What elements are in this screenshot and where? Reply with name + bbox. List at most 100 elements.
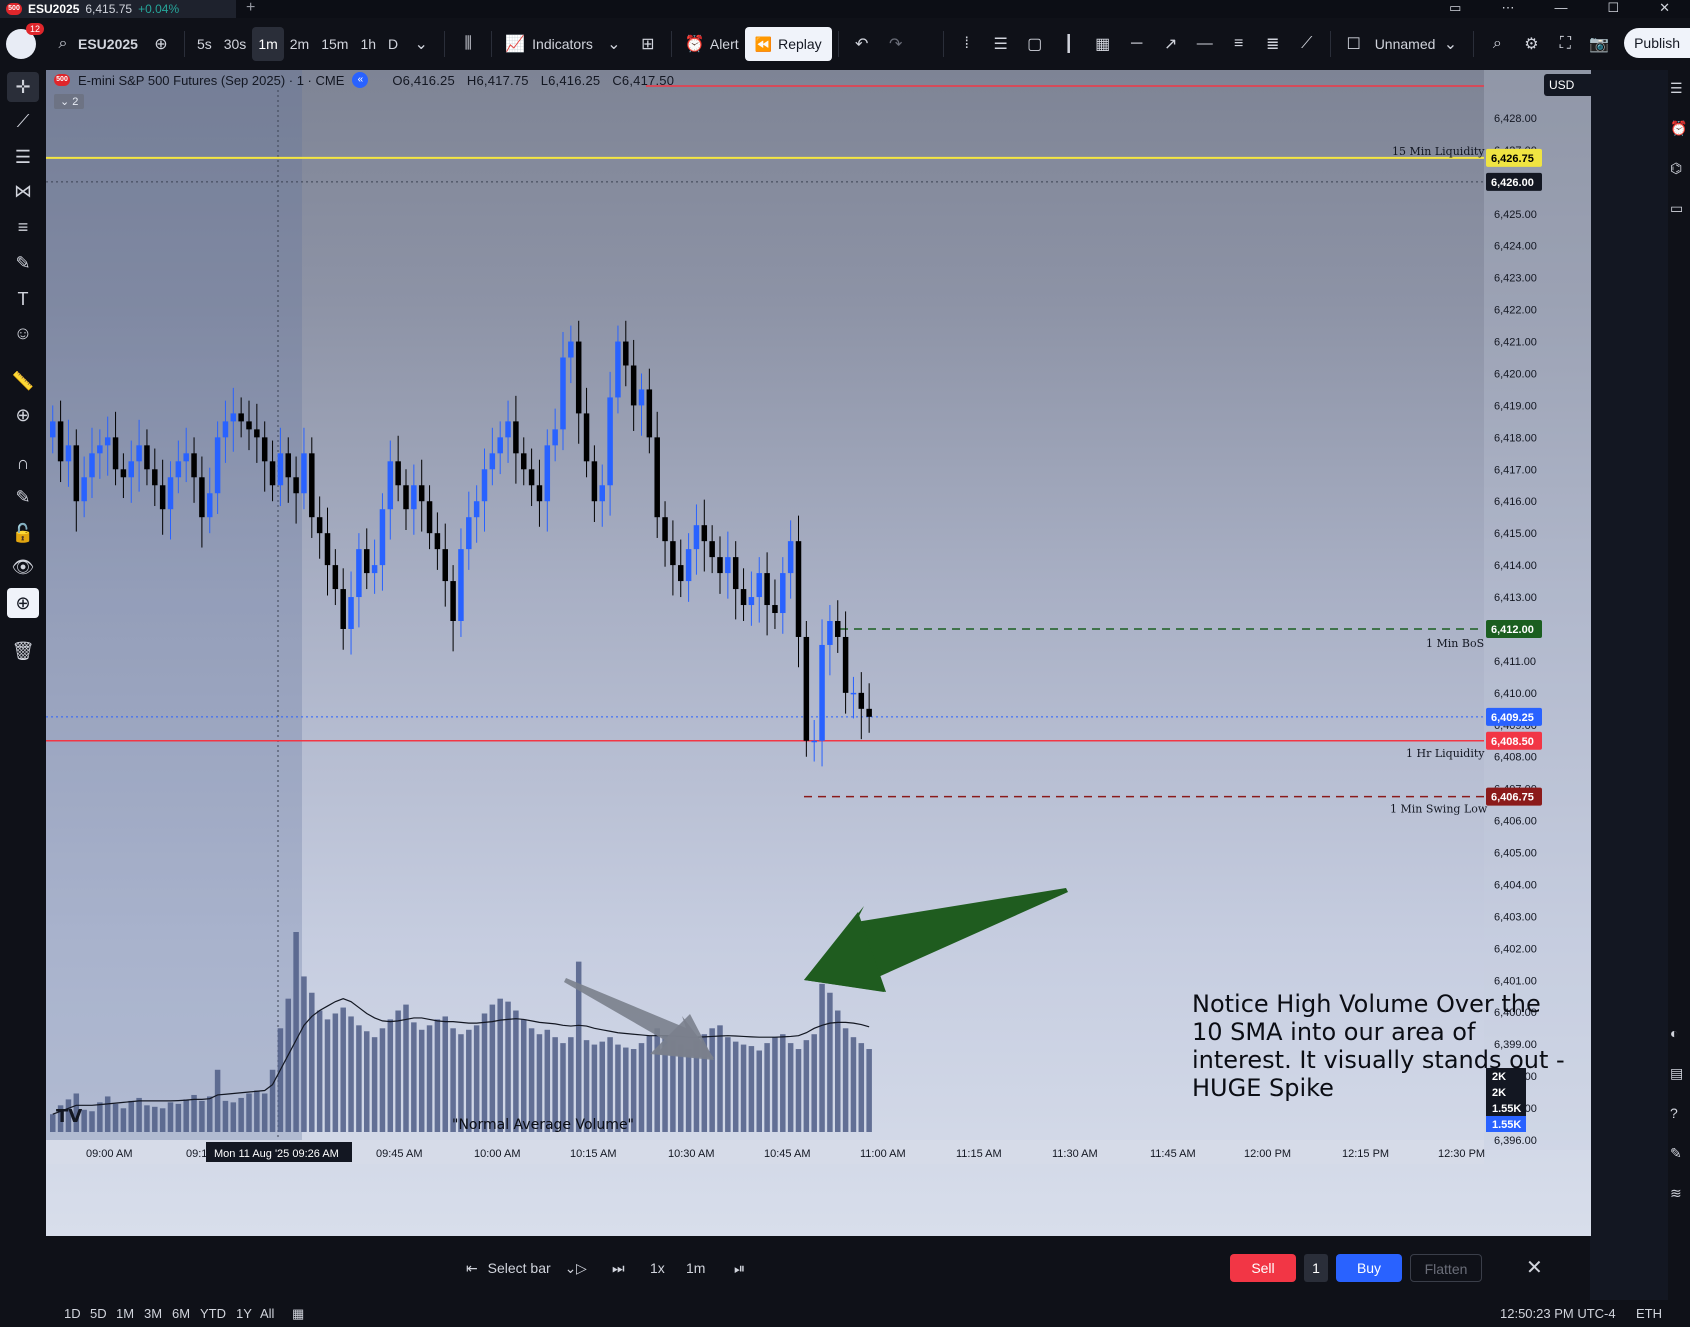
candle-down	[858, 692, 865, 709]
close-icon[interactable]: ✕	[1659, 0, 1670, 16]
interval-d[interactable]: D	[382, 27, 404, 61]
forecast-icon[interactable]: ≡	[7, 212, 39, 242]
notes-icon[interactable]: ✎	[1670, 1145, 1688, 1163]
range-3m[interactable]: 3M	[144, 1306, 162, 1321]
replay-interval-button[interactable]: 1m	[686, 1254, 705, 1282]
quantity-field[interactable]: 1	[1304, 1254, 1328, 1282]
globe-icon[interactable]: ⊕	[7, 588, 39, 618]
alert-button[interactable]: ⏰ Alert	[678, 27, 745, 61]
interval-dropdown[interactable]: ⌄	[404, 27, 438, 61]
layout-button[interactable]: ☐ Unnamed ⌄	[1337, 27, 1468, 61]
range-1y[interactable]: 1Y	[236, 1306, 252, 1321]
chart-pane[interactable]: 6,428.006,427.006,426.006,425.006,424.00…	[46, 70, 1591, 1236]
grid-tool[interactable]: ▦	[1086, 27, 1120, 61]
session-label[interactable]: ETH	[1636, 1306, 1662, 1321]
symbol-tab[interactable]: 500 ESU2025 6,415.75 +0.04%	[0, 0, 236, 18]
screener-icon[interactable]: ▤	[1670, 1065, 1688, 1083]
replay-badge-icon[interactable]: «	[352, 72, 369, 88]
fib-retracement-icon[interactable]: ☰	[7, 142, 39, 172]
lock-icon[interactable]: 🔓	[7, 518, 39, 548]
chat-icon[interactable]: ▭	[1670, 200, 1688, 218]
interval-30s[interactable]: 30s	[218, 27, 253, 61]
redo-button[interactable]: ↷	[879, 27, 913, 61]
range-6m[interactable]: 6M	[172, 1306, 190, 1321]
settings-button[interactable]: ⚙	[1514, 27, 1548, 61]
range-all[interactable]: All	[260, 1306, 274, 1321]
calendar-icon[interactable]: ▦	[292, 1306, 304, 1322]
templates-button[interactable]: ⊞	[631, 27, 665, 61]
drag-handle[interactable]: ⁞	[950, 27, 984, 61]
pattern-icon[interactable]: ⋈	[7, 176, 39, 206]
speed-button[interactable]: 1x	[650, 1254, 665, 1282]
candle-down	[254, 429, 260, 438]
candle-down	[152, 469, 158, 486]
brush-icon[interactable]: ✎	[7, 248, 39, 278]
restore-icon[interactable]: ▭	[1449, 0, 1461, 16]
compare-button[interactable]: ⊕	[144, 27, 178, 61]
sell-button[interactable]: Sell	[1230, 1254, 1296, 1282]
jump-to-realtime-button[interactable]: ⏯	[734, 1254, 745, 1282]
emoji-icon[interactable]: ☺	[7, 318, 39, 348]
buy-button[interactable]: Buy	[1336, 1254, 1402, 1282]
range-1d[interactable]: 1D	[64, 1306, 81, 1321]
range-ytd[interactable]: YTD	[200, 1306, 226, 1321]
close-replay-button[interactable]: ✕	[1526, 1254, 1543, 1282]
interval-1h[interactable]: 1h	[354, 27, 382, 61]
text-icon[interactable]: T	[7, 284, 39, 314]
select-bar-button[interactable]: ⇤ Select bar ⌄	[466, 1254, 576, 1282]
eye-icon[interactable]: 👁	[7, 552, 39, 582]
step-forward-button[interactable]: ⏭	[612, 1254, 625, 1282]
fullscreen-button[interactable]: ⛶	[1548, 27, 1582, 61]
signal-icon[interactable]: ≋	[1670, 1185, 1688, 1203]
interval-5s[interactable]: 5s	[191, 27, 218, 61]
magnet-icon[interactable]: ∩	[7, 448, 39, 478]
ideas-icon[interactable]: ◐	[1670, 1025, 1688, 1043]
candle-down	[269, 461, 276, 486]
fib-tool[interactable]: ☰	[984, 27, 1018, 61]
ray-tool[interactable]: —	[1188, 27, 1222, 61]
crosshair-icon[interactable]: ✛	[7, 72, 39, 102]
minimize-icon[interactable]: —	[1554, 0, 1567, 16]
parallel-tool[interactable]: ≡	[1222, 27, 1256, 61]
flatten-button[interactable]: Flatten	[1410, 1254, 1482, 1282]
interval-2m[interactable]: 2m	[284, 27, 315, 61]
channel-tool[interactable]: ≣	[1256, 27, 1290, 61]
price-axis[interactable]	[1484, 70, 1591, 1150]
price-tick-label: 6,411.00	[1494, 656, 1536, 668]
measure-tool[interactable]: ⟋	[1290, 27, 1324, 61]
publish-button[interactable]: Publish	[1624, 28, 1690, 58]
alerts-icon[interactable]: ⏰	[1670, 120, 1688, 138]
trend-line-icon[interactable]: ⟋	[7, 106, 39, 136]
help-icon[interactable]: ?	[1670, 1105, 1688, 1123]
vertical-line-tool[interactable]: ┃	[1052, 27, 1086, 61]
legend-collapse-button[interactable]: ⌄ 2	[54, 94, 85, 109]
lock-drawing-icon[interactable]: ✎	[7, 482, 39, 512]
interval-15m[interactable]: 15m	[315, 27, 354, 61]
interval-1m[interactable]: 1m	[252, 27, 284, 61]
indicators-button[interactable]: 📈 Indicators ⌄	[498, 27, 631, 61]
currency-select[interactable]: USD	[1544, 74, 1591, 96]
horizontal-ray-tool[interactable]: ─	[1120, 27, 1154, 61]
replay-label: Replay	[778, 36, 822, 52]
avatar[interactable]: 12	[6, 23, 44, 59]
range-5d[interactable]: 5D	[90, 1306, 107, 1321]
snapshot-button[interactable]: 📷	[1582, 27, 1616, 61]
more-icon[interactable]: ⋯	[1501, 0, 1514, 16]
quick-search-button[interactable]: ⌕	[1480, 27, 1514, 61]
chart-type-button[interactable]: ⫼	[451, 27, 485, 61]
undo-button[interactable]: ↶	[845, 27, 879, 61]
rectangle-tool[interactable]: ▢	[1018, 27, 1052, 61]
trash-icon[interactable]: 🗑	[7, 636, 39, 666]
maximize-icon[interactable]: ☐	[1607, 0, 1619, 16]
clock-label[interactable]: 12:50:23 PM UTC-4	[1500, 1306, 1616, 1321]
range-1m[interactable]: 1M	[116, 1306, 134, 1321]
arrow-tool[interactable]: ↗	[1154, 27, 1188, 61]
watchlist-icon[interactable]: ☰	[1670, 80, 1688, 98]
symbol-search-button[interactable]: ⌕ ESU2025	[46, 27, 144, 61]
data-window-icon[interactable]: ⌬	[1670, 160, 1688, 178]
zoom-icon[interactable]: ⊕	[7, 400, 39, 430]
new-tab-button[interactable]: +	[246, 0, 255, 16]
play-button[interactable]: ▷	[576, 1254, 587, 1282]
ruler-icon[interactable]: 📏	[7, 366, 39, 396]
replay-button[interactable]: ⏪ Replay	[744, 27, 832, 61]
